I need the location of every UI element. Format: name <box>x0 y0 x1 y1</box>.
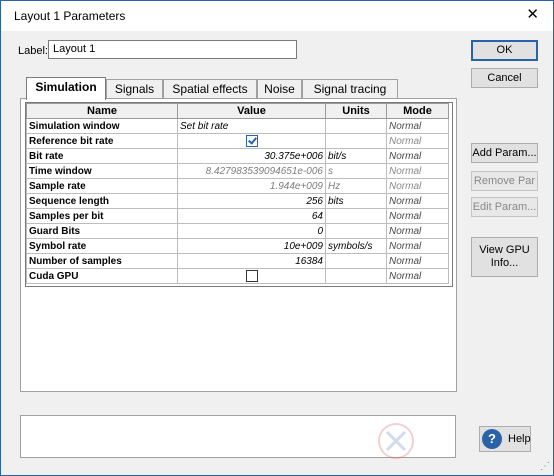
param-value[interactable]: 16384 <box>177 253 326 269</box>
cuda-gpu-checkbox[interactable] <box>245 270 258 282</box>
param-value[interactable]: Set bit rate <box>177 118 326 134</box>
param-value[interactable]: 30.375e+006 <box>177 148 326 164</box>
edit-param-button[interactable]: Edit Param... <box>471 197 538 217</box>
param-name: Symbol rate <box>26 238 178 254</box>
param-name: Time window <box>26 163 178 179</box>
param-units: bits <box>325 193 387 209</box>
label-input[interactable] <box>48 40 297 59</box>
table-row[interactable]: Number of samples 16384 Normal <box>26 253 449 269</box>
param-name: Cuda GPU <box>26 268 178 284</box>
param-name: Sequence length <box>26 193 178 209</box>
param-units: Hz <box>325 178 387 194</box>
param-units <box>325 268 387 284</box>
param-value[interactable]: 64 <box>177 208 326 224</box>
reference-bit-rate-checkbox[interactable] <box>245 135 258 147</box>
column-header-value[interactable]: Value <box>177 103 326 119</box>
param-units <box>325 253 387 269</box>
tab-signals[interactable]: Signals <box>106 79 163 99</box>
watermark-logo-icon <box>378 423 414 459</box>
param-value[interactable]: 256 <box>177 193 326 209</box>
param-name: Samples per bit <box>26 208 178 224</box>
remove-param-button[interactable]: Remove Par <box>471 171 538 191</box>
table-row[interactable]: Sample rate 1.944e+009 Hz Normal <box>26 178 449 194</box>
param-name: Number of samples <box>26 253 178 269</box>
title-bar: Layout 1 Parameters ✕ <box>1 1 553 31</box>
ok-button[interactable]: OK <box>471 40 538 61</box>
param-units: bit/s <box>325 148 387 164</box>
resize-grip-icon[interactable]: ⋰ <box>540 461 550 472</box>
column-header-units[interactable]: Units <box>325 103 387 119</box>
table-row[interactable]: Bit rate 30.375e+006 bit/s Normal <box>26 148 449 164</box>
close-icon[interactable]: ✕ <box>526 5 539 23</box>
column-header-name[interactable]: Name <box>26 103 178 119</box>
param-mode[interactable]: Normal <box>386 163 449 179</box>
param-value[interactable]: 10e+009 <box>177 238 326 254</box>
param-name: Guard Bits <box>26 223 178 239</box>
parameter-grid: Name Value Units Mode Simulation window … <box>25 102 453 287</box>
param-mode[interactable]: Normal <box>386 178 449 194</box>
param-mode[interactable]: Normal <box>386 148 449 164</box>
table-row[interactable]: Symbol rate 10e+009 symbols/s Normal <box>26 238 449 254</box>
table-header-row: Name Value Units Mode <box>26 103 449 119</box>
param-name: Sample rate <box>26 178 178 194</box>
table-row[interactable]: Cuda GPU Normal <box>26 268 449 284</box>
tab-signal-tracing[interactable]: Signal tracing <box>302 79 398 99</box>
param-name: Bit rate <box>26 148 178 164</box>
table-row[interactable]: Reference bit rate Normal <box>26 133 449 149</box>
param-name: Reference bit rate <box>26 133 178 149</box>
param-value[interactable] <box>177 133 326 149</box>
table-row[interactable]: Samples per bit 64 Normal <box>26 208 449 224</box>
param-units <box>325 223 387 239</box>
param-units <box>325 208 387 224</box>
param-mode[interactable]: Normal <box>386 253 449 269</box>
param-units: s <box>325 163 387 179</box>
help-icon: ? <box>482 429 502 449</box>
view-gpu-info-button[interactable]: View GPU Info... <box>471 237 538 277</box>
parameters-dialog: Layout 1 Parameters ✕ Label: OK Cancel S… <box>0 0 554 476</box>
param-mode[interactable]: Normal <box>386 193 449 209</box>
help-label: Help <box>508 433 531 445</box>
table-row[interactable]: Guard Bits 0 Normal <box>26 223 449 239</box>
param-mode[interactable]: Normal <box>386 238 449 254</box>
tab-simulation[interactable]: Simulation <box>26 77 106 100</box>
tab-spatial-effects[interactable]: Spatial effects <box>163 79 257 99</box>
param-value[interactable]: 0 <box>177 223 326 239</box>
param-units <box>325 118 387 134</box>
add-param-button[interactable]: Add Param... <box>471 143 538 163</box>
tab-noise[interactable]: Noise <box>257 79 302 99</box>
table-row[interactable]: Simulation window Set bit rate Normal <box>26 118 449 134</box>
param-mode[interactable]: Normal <box>386 208 449 224</box>
cancel-button[interactable]: Cancel <box>471 68 538 88</box>
param-units <box>325 133 387 149</box>
param-name: Simulation window <box>26 118 178 134</box>
param-value[interactable]: 1.944e+009 <box>177 178 326 194</box>
param-units: symbols/s <box>325 238 387 254</box>
param-value[interactable] <box>177 268 326 284</box>
param-value[interactable]: 8.427983539094651e-006 <box>177 163 326 179</box>
table-row[interactable]: Time window 8.427983539094651e-006 s Nor… <box>26 163 449 179</box>
help-button[interactable]: ? Help <box>479 426 531 452</box>
param-mode[interactable]: Normal <box>386 223 449 239</box>
table-row[interactable]: Sequence length 256 bits Normal <box>26 193 449 209</box>
label-field-label: Label: <box>18 45 48 57</box>
column-header-mode[interactable]: Mode <box>386 103 449 119</box>
window-title: Layout 1 Parameters <box>14 9 126 23</box>
param-mode[interactable]: Normal <box>386 268 449 284</box>
parameter-table: Name Value Units Mode Simulation window … <box>26 103 449 284</box>
param-mode[interactable]: Normal <box>386 118 449 134</box>
param-mode[interactable]: Normal <box>386 133 449 149</box>
simulation-panel: Name Value Units Mode Simulation window … <box>20 98 457 392</box>
